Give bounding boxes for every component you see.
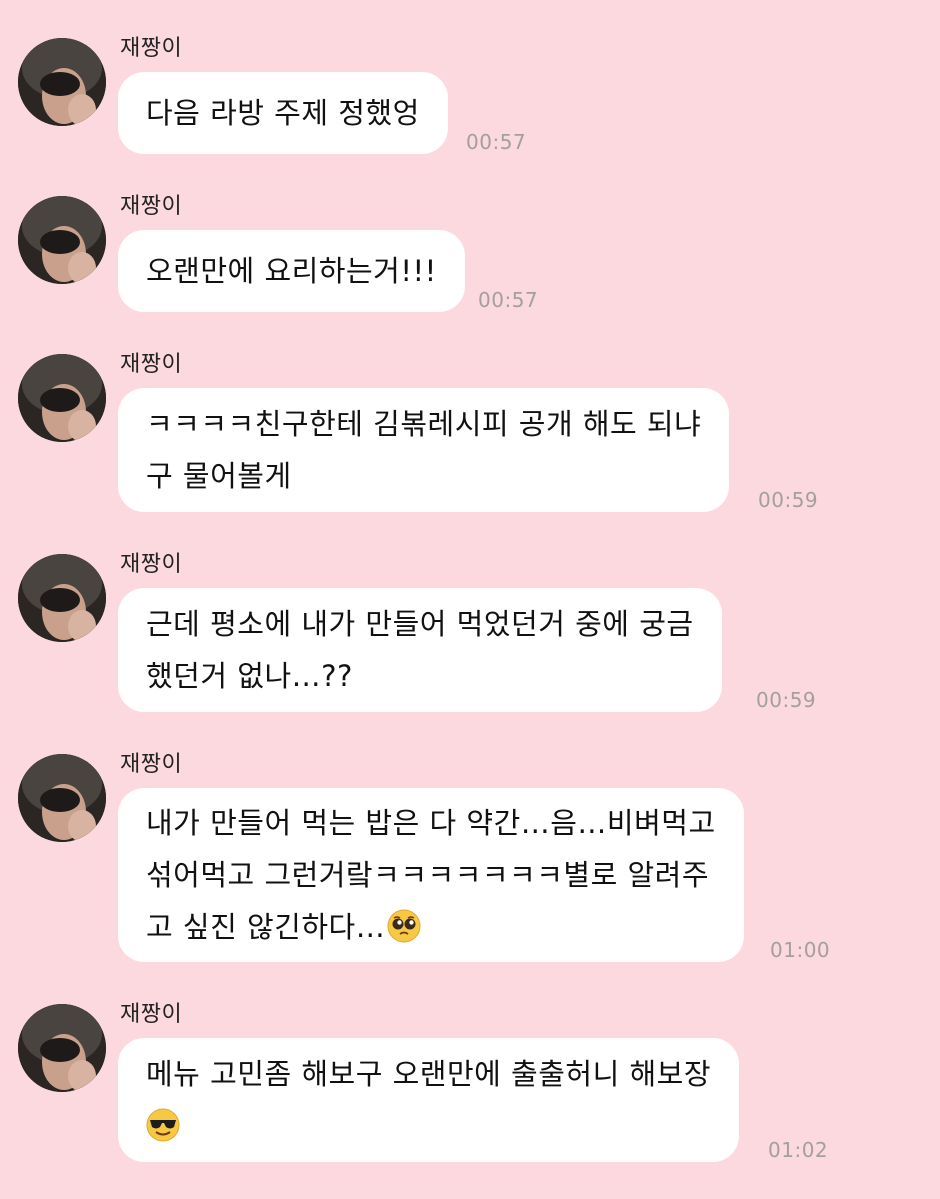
message-timestamp: 00:59 <box>758 488 819 512</box>
sender-name: 재짱이 <box>120 552 183 577</box>
sender-name: 재짱이 <box>120 752 183 777</box>
message-bubble[interactable]: 메뉴 고민좀 해보구 오랜만에 출출허니 해보장 <box>118 1038 740 1162</box>
message-text-line-with-emoji: 고 싶진 않긴하다… <box>146 901 716 953</box>
sender-avatar[interactable] <box>18 554 106 642</box>
profile-photo <box>18 196 106 284</box>
message-timestamp: 00:57 <box>466 130 527 154</box>
message-text-line: ㅋㅋㅋㅋ친구한테 김볶레시피 공개 해도 되냐 <box>146 407 702 441</box>
sender-avatar[interactable] <box>18 1004 106 1092</box>
message-text-line: 구 물어볼게 <box>146 459 292 493</box>
message-timestamp: 00:59 <box>756 688 817 712</box>
message-bubble[interactable]: 근데 평소에 내가 만들어 먹었던거 중에 궁금 했던거 없나…?? <box>118 588 722 712</box>
profile-photo <box>18 554 106 642</box>
message-text-line: 근데 평소에 내가 만들어 먹었던거 중에 궁금 <box>146 607 694 641</box>
profile-photo <box>18 1004 106 1092</box>
message-text-line: 섞어먹고 그런거랔ㅋㅋㅋㅋㅋㅋㅋ별로 알려주 <box>146 858 710 892</box>
sender-avatar[interactable] <box>18 196 106 284</box>
message-text-line: 내가 만들어 먹는 밥은 다 약간…음…비벼먹고 <box>146 806 716 840</box>
message-timestamp: 00:57 <box>478 288 539 312</box>
pleading-face-emoji-icon <box>387 909 421 943</box>
message-bubble[interactable]: ㅋㅋㅋㅋ친구한테 김볶레시피 공개 해도 되냐 구 물어볼게 <box>118 388 730 512</box>
sender-avatar[interactable] <box>18 354 106 442</box>
message-timestamp: 01:00 <box>770 938 831 962</box>
message-timestamp: 01:02 <box>768 1138 829 1162</box>
sender-avatar[interactable] <box>18 754 106 842</box>
sender-name: 재짱이 <box>120 36 183 61</box>
sender-avatar[interactable] <box>18 38 106 126</box>
message-text: 오랜만에 요리하는거!!! <box>146 254 437 288</box>
sender-name: 재짱이 <box>120 194 183 219</box>
message-text-segment: 고 싶진 않긴하다… <box>146 910 386 944</box>
message-emoji-line <box>146 1100 711 1152</box>
message-bubble[interactable]: 오랜만에 요리하는거!!! <box>118 230 465 312</box>
message-text: 다음 라방 주제 정했엉 <box>146 96 420 130</box>
profile-photo <box>18 38 106 126</box>
sender-name: 재짱이 <box>120 352 183 377</box>
sender-name: 재짱이 <box>120 1002 183 1027</box>
message-bubble[interactable]: 다음 라방 주제 정했엉 <box>118 72 448 154</box>
message-text-line: 메뉴 고민좀 해보구 오랜만에 출출허니 해보장 <box>146 1057 712 1091</box>
profile-photo <box>18 354 106 442</box>
message-bubble[interactable]: 내가 만들어 먹는 밥은 다 약간…음…비벼먹고 섞어먹고 그런거랔ㅋㅋㅋㅋㅋㅋ… <box>118 788 744 962</box>
message-text-line: 했던거 없나…?? <box>146 659 353 693</box>
sunglasses-face-emoji-icon <box>146 1108 180 1142</box>
profile-photo <box>18 754 106 842</box>
